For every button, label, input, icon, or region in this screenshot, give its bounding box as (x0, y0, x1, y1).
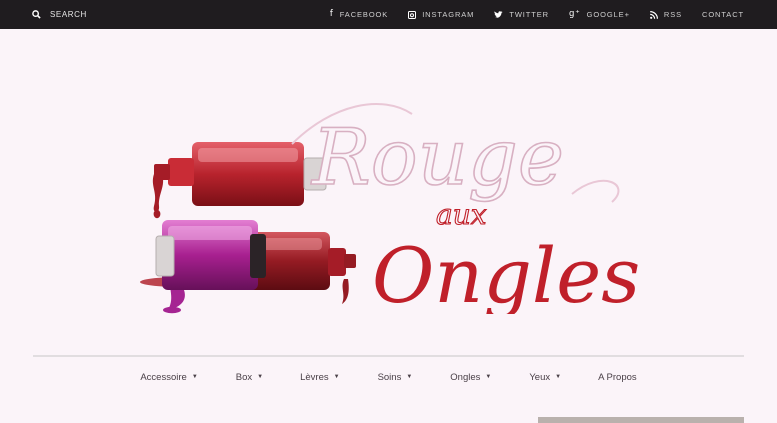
social-link-rss[interactable]: RSS (649, 10, 682, 19)
nav-item-levres[interactable]: Lèvres ▼ (300, 372, 339, 383)
logo-word-rouge: Rouge (310, 113, 564, 203)
social-label-instagram: INSTAGRAM (422, 10, 475, 19)
purple-polish-bottle (155, 220, 266, 290)
social-link-contact[interactable]: CONTACT (702, 10, 744, 19)
caret-down-icon: ▼ (406, 374, 413, 380)
nav-item-yeux[interactable]: Yeux ▼ (529, 372, 561, 383)
search-label: SEARCH (50, 10, 87, 19)
twitter-icon (494, 10, 504, 18)
nav-label-accessoire: Accessoire (140, 371, 187, 383)
caret-down-icon: ▼ (257, 374, 264, 380)
social-link-twitter[interactable]: TWITTER (494, 10, 549, 19)
nav-label-ongles: Ongles (450, 371, 481, 383)
social-label-rss: RSS (663, 10, 682, 19)
instagram-icon (408, 10, 417, 19)
nav-label-soins: Soins (377, 371, 402, 383)
red-polish-bottle (154, 142, 327, 206)
social-label-twitter: TWITTER (509, 10, 549, 19)
nav-item-a-propos[interactable]: A Propos (598, 372, 637, 383)
social-link-google-plus[interactable]: g⁺ GOOGLE+ (569, 10, 630, 19)
search-icon (32, 10, 41, 19)
nav-label-box: Box (235, 371, 253, 383)
caret-down-icon: ▼ (191, 374, 198, 380)
nav-label-levres: Lèvres (300, 371, 329, 383)
logo-word-aux: aux (436, 198, 487, 231)
caret-down-icon: ▼ (485, 374, 492, 380)
nav-item-accessoire[interactable]: Accessoire ▼ (140, 372, 197, 383)
social-label-contact: CONTACT (702, 10, 744, 19)
nav-item-ongles[interactable]: Ongles ▼ (450, 372, 491, 383)
header-divider (33, 355, 744, 357)
social-label-google-plus: GOOGLE+ (586, 10, 630, 19)
rss-icon (649, 10, 658, 19)
sidebar-image[interactable] (538, 417, 744, 423)
top-bar: SEARCH f FACEBOOK INSTAGRAM TWITTER g⁺ G… (0, 0, 777, 29)
social-links: f FACEBOOK INSTAGRAM TWITTER g⁺ GOOGLE+ (330, 0, 744, 29)
logo-word-ongles: Ongles (372, 231, 640, 314)
nav-label-yeux: Yeux (529, 371, 551, 383)
nav-item-box[interactable]: Box ▼ (236, 372, 263, 383)
google-plus-icon: g⁺ (568, 9, 581, 20)
caret-down-icon: ▼ (555, 374, 562, 380)
main-nav: Accessoire ▼ Box ▼ Lèvres ▼ Soins ▼ Ongl… (0, 366, 777, 388)
nav-item-soins[interactable]: Soins ▼ (378, 372, 413, 383)
social-link-instagram[interactable]: INSTAGRAM (408, 10, 474, 19)
social-link-facebook[interactable]: f FACEBOOK (330, 10, 388, 19)
facebook-icon: f (329, 9, 334, 20)
site-logo[interactable]: Rouge aux Ongles (132, 74, 642, 314)
caret-down-icon: ▼ (333, 374, 340, 380)
header-hero: Rouge aux Ongles (0, 29, 777, 355)
nav-label-a-propos: A Propos (598, 371, 637, 383)
social-label-facebook: FACEBOOK (339, 10, 389, 19)
search-trigger[interactable]: SEARCH (32, 0, 87, 29)
